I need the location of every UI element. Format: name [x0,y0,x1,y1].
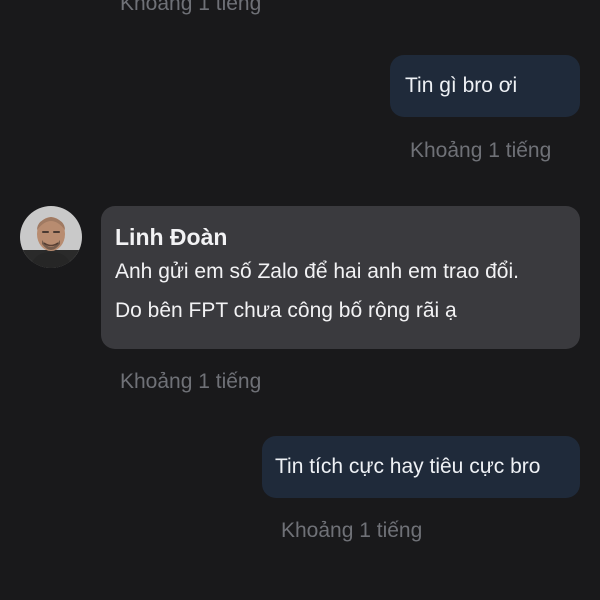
message-text: Tin gì bro ơi [405,74,518,97]
incoming-message-bubble[interactable]: Linh Đoàn Anh gửi em số Zalo để hai anh … [101,206,580,349]
message-text-line: Anh gửi em số Zalo để hai anh em trao đổ… [115,260,519,283]
user-avatar-photo-icon [20,206,82,268]
outgoing-message-bubble[interactable]: Tin tích cực hay tiêu cực bro [262,436,580,498]
message-text: Tin tích cực hay tiêu cực bro [275,455,541,478]
avatar[interactable] [20,206,82,268]
outgoing-message-bubble[interactable]: Tin gì bro ơi [390,55,580,117]
sender-name: Linh Đoàn [115,224,228,250]
message-timestamp: Khoảng 1 tiếng [281,519,423,542]
message-timestamp: Khoảng 1 tiếng [410,139,552,162]
message-text-line: Do bên FPT chưa công bố rộng rãi ạ [115,299,457,322]
message-timestamp: Khoảng 1 tiếng [120,0,262,15]
message-timestamp: Khoảng 1 tiếng [120,370,262,393]
chat-thread[interactable]: Khoảng 1 tiếng Tin gì bro ơi Khoảng 1 ti… [0,0,600,600]
